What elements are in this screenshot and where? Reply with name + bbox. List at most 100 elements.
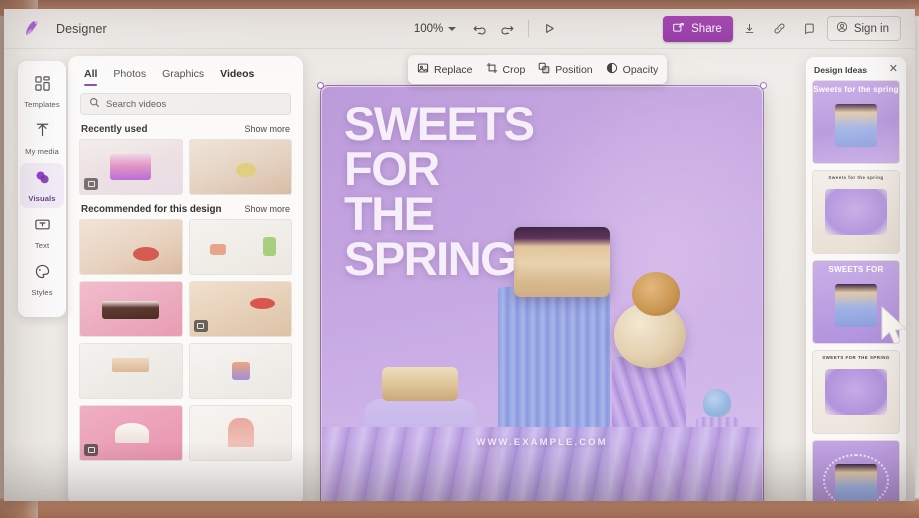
dessert-trio-thumbnail[interactable] bbox=[188, 219, 292, 275]
idea-artwork bbox=[835, 463, 877, 501]
sidebar-item-styles[interactable]: Styles bbox=[20, 257, 64, 302]
resize-handle-top-right[interactable] bbox=[760, 82, 767, 89]
section-header-recently-used: Recently used Show more bbox=[68, 115, 303, 139]
crop-label: Crop bbox=[502, 63, 526, 76]
feedback-icon[interactable] bbox=[797, 17, 823, 41]
sidebar-item-label: Templates bbox=[24, 100, 60, 109]
left-sidebar: Templates My media Visuals Text Styles bbox=[18, 61, 66, 317]
design-idea-caption: Sweets for the spring bbox=[828, 175, 884, 180]
resize-handle-top-left[interactable] bbox=[317, 82, 324, 89]
play-icon[interactable] bbox=[536, 17, 562, 41]
pastry-plate-thumbnail[interactable] bbox=[79, 219, 183, 275]
video-badge-icon bbox=[84, 178, 98, 190]
replace-button[interactable]: Replace bbox=[417, 62, 473, 77]
download-icon[interactable] bbox=[737, 17, 763, 41]
design-ideas-title: Design Ideas bbox=[814, 64, 868, 75]
share-label: Share bbox=[691, 22, 722, 35]
selection-outline bbox=[317, 82, 767, 501]
crop-icon bbox=[486, 62, 498, 77]
sidebar-item-label: My media bbox=[25, 147, 59, 156]
recently-used-grid bbox=[68, 139, 303, 195]
zoom-level-value: 100% bbox=[413, 22, 444, 35]
text-box-icon bbox=[34, 216, 51, 238]
cutting-board-dessert-thumbnail[interactable] bbox=[188, 281, 292, 337]
design-idea-caption: SWEETS FOR bbox=[828, 265, 884, 274]
design-canvas-area[interactable]: SWEETS FOR THE SPRING WWW.EXAMPLE.COM bbox=[317, 82, 767, 501]
replace-label: Replace bbox=[434, 63, 473, 76]
tab-all[interactable]: All bbox=[84, 68, 98, 86]
design-idea-caption: SWEETS FOR THE SPRING bbox=[822, 355, 890, 360]
idea-artwork bbox=[835, 103, 877, 147]
account-icon bbox=[836, 21, 848, 36]
share-icon bbox=[672, 21, 685, 37]
position-button[interactable]: Position bbox=[538, 62, 593, 77]
section-title: Recently used bbox=[81, 124, 148, 135]
sign-in-label: Sign in bbox=[853, 22, 889, 35]
crop-button[interactable]: Crop bbox=[486, 62, 526, 77]
white-pudding-thumbnail[interactable] bbox=[79, 405, 183, 461]
pointer-cursor-icon bbox=[878, 305, 912, 356]
show-more-link[interactable]: Show more bbox=[244, 124, 290, 134]
panel-tabs: All Photos Graphics Videos bbox=[68, 56, 303, 86]
lemon-dessert-table-thumbnail[interactable] bbox=[188, 139, 292, 195]
templates-grid-icon bbox=[34, 75, 51, 97]
macaron-tower-thumbnail[interactable] bbox=[188, 405, 292, 461]
sidebar-item-templates[interactable]: Templates bbox=[20, 69, 64, 114]
styles-palette-icon bbox=[34, 263, 51, 285]
sidebar-item-text[interactable]: Text bbox=[20, 210, 64, 255]
toolbar-divider bbox=[528, 20, 530, 37]
photo-background: Designer 100% Share Sign in Templates My… bbox=[0, 0, 919, 518]
sign-in-button[interactable]: Sign in bbox=[826, 16, 901, 41]
video-badge-icon bbox=[84, 444, 98, 456]
account-actions: Share Sign in bbox=[663, 15, 915, 42]
video-badge-icon bbox=[193, 320, 208, 332]
image-context-toolbar: Replace Crop Position Opacity bbox=[408, 55, 668, 84]
replace-image-icon bbox=[417, 62, 429, 77]
zoom-control[interactable]: 100% bbox=[407, 19, 463, 39]
opacity-button[interactable]: Opacity bbox=[606, 62, 659, 77]
design-idea-thumbnail[interactable]: Sweets for the spring bbox=[812, 170, 900, 254]
upload-arrow-icon bbox=[34, 122, 51, 144]
design-idea-caption: Sweets for the spring bbox=[813, 85, 899, 94]
tab-graphics[interactable]: Graphics bbox=[162, 68, 204, 86]
pink-tiered-cake-thumbnail[interactable] bbox=[79, 139, 183, 195]
design-idea-thumbnail[interactable]: Sweets for the spring bbox=[812, 80, 900, 164]
sidebar-item-my-media[interactable]: My media bbox=[20, 116, 64, 161]
idea-artwork bbox=[835, 283, 877, 327]
design-idea-thumbnail[interactable] bbox=[812, 440, 900, 501]
design-ideas-panel: Design Ideas ✕ Sweets for the spring Swe… bbox=[806, 57, 906, 501]
sidebar-item-label: Text bbox=[34, 241, 50, 250]
close-icon[interactable]: ✕ bbox=[889, 64, 898, 75]
redo-icon[interactable] bbox=[495, 17, 521, 41]
position-label: Position bbox=[555, 63, 593, 76]
idea-artwork bbox=[825, 369, 887, 415]
opacity-circle-icon bbox=[606, 62, 618, 77]
chevron-down-icon bbox=[448, 26, 457, 31]
position-layers-icon bbox=[538, 62, 550, 77]
undo-icon[interactable] bbox=[466, 17, 492, 41]
idea-artwork bbox=[825, 189, 887, 235]
section-header-recommended: Recommended for this design Show more bbox=[68, 195, 303, 219]
show-more-link[interactable]: Show more bbox=[244, 204, 290, 214]
section-title: Recommended for this design bbox=[81, 204, 222, 215]
search-icon bbox=[89, 95, 100, 113]
canvas-controls: 100% bbox=[407, 17, 562, 41]
recommended-grid bbox=[68, 219, 303, 461]
sidebar-item-visuals[interactable]: Visuals bbox=[20, 163, 64, 208]
tab-videos[interactable]: Videos bbox=[220, 68, 254, 86]
design-idea-thumbnail[interactable]: SWEETS FOR THE SPRING bbox=[812, 350, 900, 434]
link-icon[interactable] bbox=[767, 17, 793, 41]
sidebar-item-label: Visuals bbox=[28, 194, 56, 203]
opacity-label: Opacity bbox=[622, 63, 659, 76]
search-input[interactable]: Search videos bbox=[80, 93, 291, 115]
top-toolbar: Designer 100% Share Sign in bbox=[4, 9, 915, 49]
tab-photos[interactable]: Photos bbox=[113, 68, 146, 86]
sidebar-item-label: Styles bbox=[31, 288, 53, 297]
chocolate-cherry-cake-thumbnail[interactable] bbox=[79, 281, 183, 337]
cupcake-thumbnail[interactable] bbox=[188, 343, 292, 399]
designer-logo-icon bbox=[20, 18, 42, 40]
visuals-bubbles-icon bbox=[34, 169, 51, 191]
search-placeholder: Search videos bbox=[106, 98, 167, 110]
share-button[interactable]: Share bbox=[663, 15, 733, 42]
layer-cake-stand-thumbnail[interactable] bbox=[79, 343, 183, 399]
